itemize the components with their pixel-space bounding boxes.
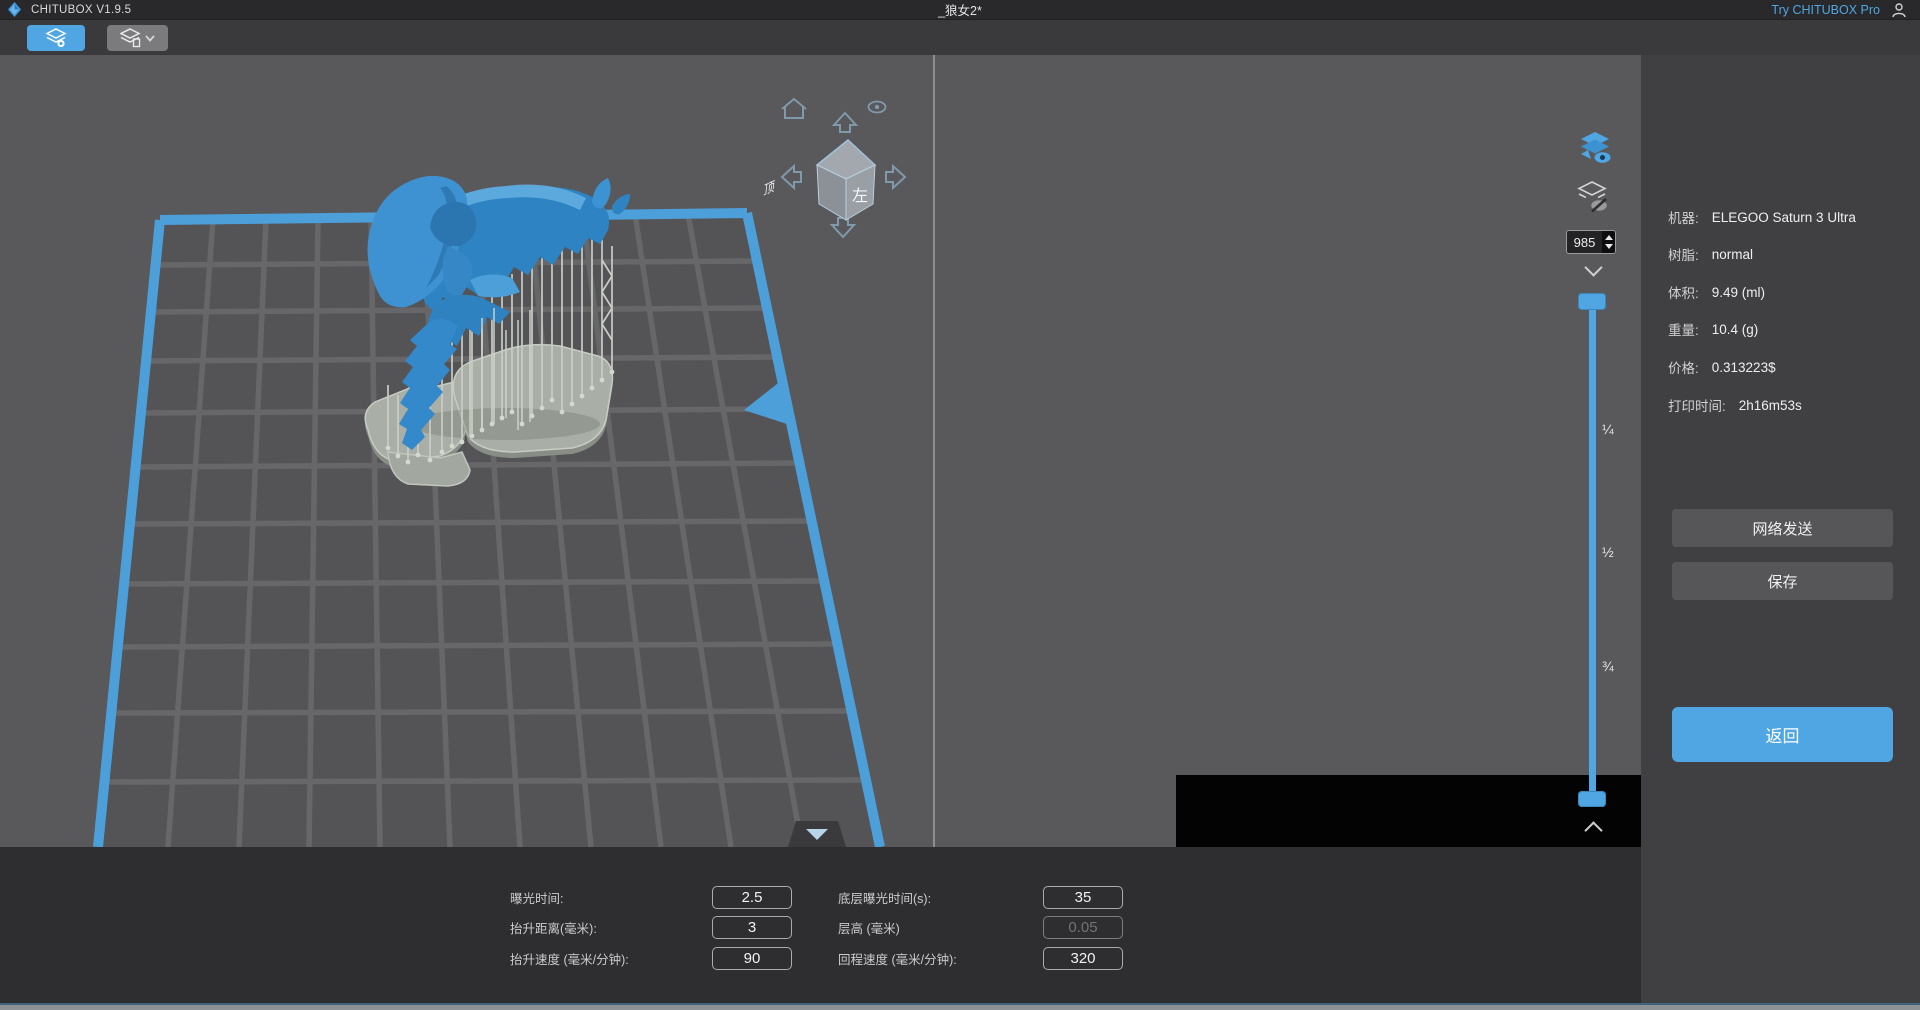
lift-speed-label: 抬升速度 (毫米/分钟): [510, 951, 629, 969]
price-value: 0.313223$ [1712, 360, 1776, 375]
account-icon[interactable] [1891, 2, 1907, 18]
layer-range-track[interactable] [1589, 300, 1596, 798]
volume-value: 9.49 (ml) [1712, 285, 1765, 300]
view-cube-front-label: 左 [852, 187, 868, 205]
weight-label: 重量: [1668, 319, 1699, 339]
viewport-bottom-tab[interactable] [788, 821, 846, 847]
resin-value: normal [1712, 247, 1753, 262]
slice-layers-icon [45, 28, 67, 49]
rotate-up-arrow[interactable] [834, 113, 856, 132]
volume-label: 体积: [1668, 282, 1699, 302]
bottom-exposure-time-input[interactable] [1043, 886, 1123, 909]
machine-value: ELEGOO Saturn 3 Ultra [1712, 210, 1856, 225]
layer-slider-top-handle[interactable] [1578, 293, 1606, 310]
slider-mark-quarter: ¼ [1602, 421, 1626, 437]
network-send-button[interactable]: 网络发送 [1672, 509, 1893, 547]
title-bar: CHITUBOX V1.9.5 _狼女2* Try CHITUBOX Pro [0, 0, 1920, 20]
save-button[interactable]: 保存 [1672, 562, 1893, 600]
rotate-left-arrow[interactable] [782, 166, 801, 188]
hide-layers-icon[interactable] [1576, 180, 1610, 214]
back-button[interactable]: 返回 [1672, 707, 1893, 762]
info-row-weight: 重量: 10.4 (g) [1668, 320, 1758, 338]
view-cube-top-label: 顶 [763, 178, 776, 198]
layer-number-value: 985 [1567, 231, 1602, 253]
show-layers-icon[interactable] [1577, 130, 1613, 166]
lift-distance-label: 抬升距离(毫米): [510, 920, 597, 938]
spin-up-icon[interactable] [1605, 235, 1613, 240]
bottom-edge-strip [0, 1005, 1920, 1010]
perspective-eye-icon[interactable] [869, 102, 886, 113]
layer-height-label: 层高 (毫米) [838, 920, 900, 938]
slice-file-icon [120, 28, 142, 49]
viewport-3d[interactable]: 顶 左 [0, 55, 1641, 847]
chevron-down-icon [145, 35, 155, 42]
layer-spin-arrows[interactable] [1602, 231, 1615, 253]
lift-speed-input[interactable] [712, 947, 792, 970]
view-navigation: 顶 左 [763, 99, 905, 237]
view-cube[interactable]: 顶 左 [763, 140, 875, 220]
toolbar [0, 20, 1920, 55]
exposure-time-input[interactable] [712, 886, 792, 909]
slice-export-button[interactable] [107, 25, 168, 51]
home-view-icon[interactable] [782, 99, 806, 118]
try-chitubox-pro-link[interactable]: Try CHITUBOX Pro [1771, 3, 1880, 17]
info-row-print-time: 打印时间: 2h16m53s [1668, 396, 1802, 414]
bottom-exposure-time-label: 底层曝光时间(s): [838, 890, 931, 908]
info-row-volume: 体积: 9.49 (ml) [1668, 283, 1765, 301]
layer-slider-bottom-handle[interactable] [1578, 791, 1606, 807]
info-row-price: 价格: 0.313223$ [1668, 358, 1776, 376]
slice-view-button[interactable] [27, 25, 85, 51]
lift-distance-input[interactable] [712, 916, 792, 939]
slider-mark-half: ½ [1602, 544, 1626, 560]
resin-label: 树脂: [1668, 244, 1699, 264]
exposure-time-label: 曝光时间: [510, 890, 563, 908]
retract-speed-input[interactable] [1043, 947, 1123, 970]
chitubox-logo-icon [7, 2, 22, 17]
app-title: CHITUBOX V1.9.5 [31, 4, 131, 16]
spin-down-icon[interactable] [1605, 244, 1613, 249]
slice-preview-area[interactable] [1176, 775, 1641, 847]
machine-label: 机器: [1668, 207, 1699, 227]
weight-value: 10.4 (g) [1712, 322, 1759, 337]
print-time-value: 2h16m53s [1739, 398, 1802, 413]
document-title: _狼女2* [0, 0, 1920, 19]
info-row-resin: 树脂: normal [1668, 245, 1753, 263]
print-time-label: 打印时间: [1668, 395, 1726, 415]
layer-height-input [1043, 916, 1123, 939]
info-row-machine: 机器: ELEGOO Saturn 3 Ultra [1668, 208, 1856, 226]
price-label: 价格: [1668, 357, 1699, 377]
layer-number-spinbox[interactable]: 985 [1566, 230, 1616, 254]
settings-panel [0, 847, 1641, 1010]
retract-speed-label: 回程速度 (毫米/分钟): [838, 951, 957, 969]
rotate-right-arrow[interactable] [886, 166, 905, 188]
slider-mark-three-quarter: ¾ [1602, 658, 1626, 674]
rotate-down-arrow[interactable] [832, 218, 854, 237]
